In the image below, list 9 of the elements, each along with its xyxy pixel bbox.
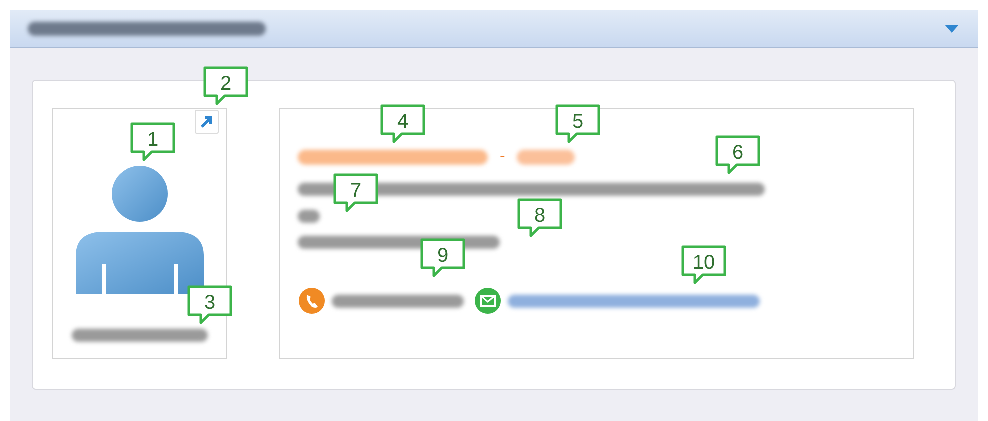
person-silhouette-icon [74,166,206,296]
expand-button[interactable] [195,110,219,134]
name-separator: - [500,149,506,165]
diagonal-arrow-icon [200,115,214,129]
email-icon [474,287,502,315]
blurred-text [517,150,576,164]
collapse-triangle-icon[interactable] [944,24,960,34]
phone-icon [298,287,326,315]
blurred-text [298,210,320,223]
